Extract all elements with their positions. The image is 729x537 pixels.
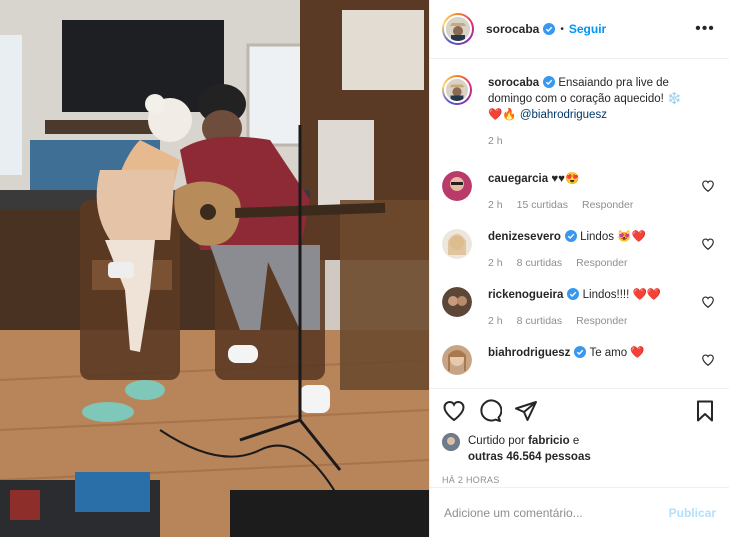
comment-username[interactable]: cauegarcia [488,173,548,185]
comment-avatar[interactable] [442,287,472,318]
comment-likes[interactable]: 15 curtidas [517,197,568,213]
caption-avatar[interactable] [442,75,472,106]
comment-time: 2 h [488,199,503,212]
comment-username[interactable]: rickenogueira [488,289,563,301]
author-avatar[interactable] [442,13,474,46]
comment-avatar[interactable] [442,229,472,260]
comment-avatar[interactable] [442,171,472,202]
reply-button[interactable]: Responder [576,255,627,271]
add-comment-bar: Publicar [430,487,729,537]
comment-like-heart-icon[interactable] [701,353,715,367]
verified-badge-icon [543,76,556,89]
comment-item: biahrodriguesz Te amo ❤️ [442,345,717,376]
comment-item: cauegarcia ♥♥😍 2 h 15 curtidas Responder [442,171,717,213]
follow-button[interactable]: Seguir [569,22,606,36]
liked-by-others[interactable]: outras 46.564 pessoas [468,451,591,463]
liked-by-conj: e [572,435,580,448]
comment-item: rickenogueira Lindos!!!! ❤️❤️ 2 h 8 curt… [442,287,717,329]
liked-by-avatar[interactable] [442,433,460,452]
verified-badge-icon [564,230,577,243]
comment-input[interactable] [444,505,669,520]
instagram-post: sorocaba • Seguir ••• sorocaba Ensaiando… [0,0,729,537]
liked-by-prefix: Curtido por [468,435,525,448]
comment-likes[interactable]: 8 curtidas [517,255,563,271]
caption-time: 2 h [488,135,503,148]
verified-badge-icon [543,23,556,36]
post-photo[interactable] [0,0,429,537]
more-options-icon[interactable]: ••• [693,17,717,41]
comment-text: Lindos!!!! ❤️❤️ [582,289,662,302]
comment-time: 2 h [488,257,503,270]
reply-button[interactable]: Responder [576,313,627,329]
comment-username[interactable]: denizesevero [488,231,561,243]
comment-like-heart-icon[interactable] [701,179,715,193]
liked-by: Curtido por fabricio e outras 46.564 pes… [442,433,717,465]
paper-plane-icon[interactable] [514,399,538,423]
comment-item: denizesevero Lindos 😻❤️ 2 h 8 curtidas R… [442,229,717,271]
post-photo-illustration [0,0,429,537]
caption-mention[interactable]: @biahrodriguesz [520,109,607,121]
caption-username[interactable]: sorocaba [488,77,539,89]
bookmark-icon[interactable] [693,399,717,423]
verified-badge-icon [567,288,580,301]
liked-by-user[interactable]: fabricio [528,435,570,447]
post-timestamp[interactable]: HÁ 2 HORAS [442,475,717,485]
heart-outline-icon[interactable] [442,399,466,423]
author-username[interactable]: sorocaba [486,22,539,36]
comment-likes[interactable]: 8 curtidas [517,313,563,329]
verified-badge-icon [574,346,587,359]
reply-button[interactable]: Responder [582,197,633,213]
header-separator: • [560,23,564,35]
speech-bubble-icon[interactable] [478,399,502,423]
comment-like-heart-icon[interactable] [701,237,715,251]
comment-avatar[interactable] [442,345,472,376]
caption: sorocaba Ensaiando pra live de domingo c… [442,75,717,149]
action-icons [442,397,717,425]
comment-time: 2 h [488,315,503,328]
post-side-panel: sorocaba • Seguir ••• sorocaba Ensaiando… [429,0,729,537]
comments-list[interactable]: sorocaba Ensaiando pra live de domingo c… [430,59,729,388]
comment-text: Te amo ❤️ [589,347,645,360]
comment-text: Lindos 😻❤️ [580,231,646,244]
post-header: sorocaba • Seguir ••• [430,0,729,60]
comment-username[interactable]: biahrodriguesz [488,347,570,359]
publish-button[interactable]: Publicar [669,506,716,520]
comment-like-heart-icon[interactable] [701,295,715,309]
comment-text: ♥♥😍 [551,173,580,186]
